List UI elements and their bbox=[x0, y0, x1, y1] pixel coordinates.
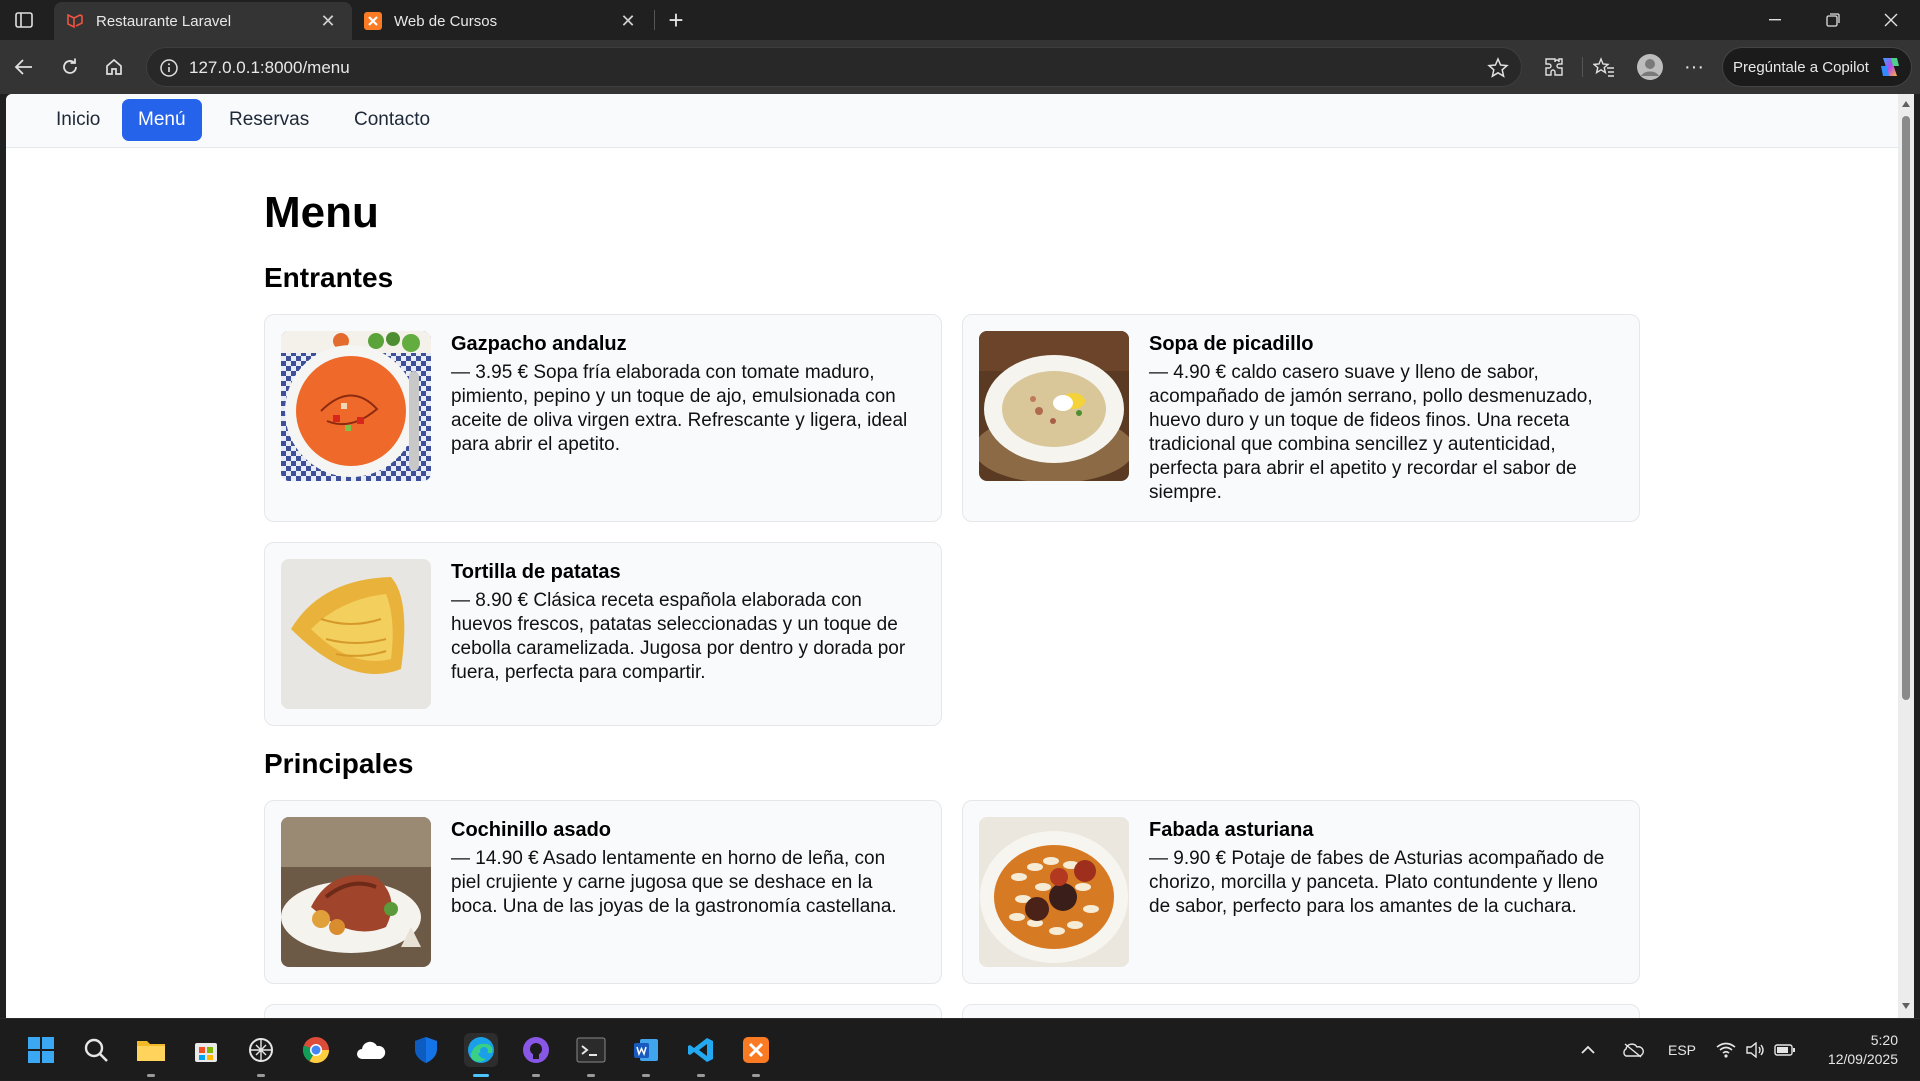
scroll-up-icon[interactable] bbox=[1901, 100, 1911, 108]
clock-date: 12/09/2025 bbox=[1827, 1051, 1898, 1067]
start-icon[interactable] bbox=[24, 1033, 58, 1067]
wifi-icon[interactable] bbox=[1716, 1019, 1736, 1081]
profile-avatar-icon[interactable] bbox=[1634, 51, 1666, 83]
menu-item-name: Cochinillo asado bbox=[451, 819, 612, 841]
menu-item-card: Fabada asturiana — 9.90 € Potaje de fabe… bbox=[962, 800, 1640, 984]
system-clock[interactable]: 5:20 12/09/2025 bbox=[1828, 1031, 1898, 1069]
site-info-icon[interactable] bbox=[159, 58, 179, 83]
edge-icon[interactable] bbox=[464, 1033, 498, 1077]
nav-link-contacto[interactable]: Contacto bbox=[338, 99, 446, 141]
menu-item-description: — 8.90 € Clásica receta española elabora… bbox=[451, 590, 906, 683]
minimize-icon[interactable] bbox=[1746, 0, 1804, 40]
url-text: 127.0.0.1:8000/menu bbox=[189, 58, 350, 77]
file-explorer-icon[interactable] bbox=[134, 1033, 168, 1077]
home-icon[interactable] bbox=[98, 51, 130, 83]
nav-link-inicio[interactable]: Inicio bbox=[40, 99, 116, 141]
copilot-label: Pregúntale a Copilot bbox=[1733, 58, 1869, 76]
page-scrollbar[interactable] bbox=[1898, 94, 1914, 1018]
favorites-icon[interactable] bbox=[1588, 51, 1620, 83]
search-icon[interactable] bbox=[79, 1033, 113, 1067]
scrollbar-thumb[interactable] bbox=[1902, 116, 1910, 700]
chrome-icon[interactable] bbox=[299, 1033, 333, 1067]
show-hidden-icons-button[interactable] bbox=[1580, 1019, 1596, 1081]
favorite-star-icon[interactable] bbox=[1487, 57, 1509, 84]
tab-actions-icon[interactable] bbox=[6, 6, 42, 34]
restore-icon[interactable] bbox=[1804, 0, 1862, 40]
tab-title: Web de Cursos bbox=[394, 12, 498, 30]
store-icon[interactable] bbox=[189, 1033, 223, 1067]
toolbar-divider bbox=[1582, 57, 1583, 77]
battery-icon[interactable] bbox=[1774, 1019, 1796, 1081]
nav-link-menu[interactable]: Menú bbox=[122, 99, 202, 141]
cochinillo-photo bbox=[281, 817, 431, 967]
section-heading-principales: Principales bbox=[264, 748, 414, 779]
fabada-photo bbox=[979, 817, 1129, 967]
tab-title: Restaurante Laravel bbox=[96, 12, 232, 30]
browser-tab-strip: Restaurante Laravel ✕ Web de Cursos ✕ + bbox=[0, 0, 1920, 40]
xampp-favicon-icon bbox=[364, 12, 382, 30]
close-tab-icon[interactable]: ✕ bbox=[318, 11, 338, 32]
tortilla-photo bbox=[281, 559, 431, 709]
new-tab-button[interactable]: + bbox=[658, 5, 694, 35]
reload-icon[interactable] bbox=[54, 51, 86, 83]
nav-link-reservas[interactable]: Reservas bbox=[213, 99, 325, 141]
page-viewport: Inicio Menú Reservas Contacto Menu Entra… bbox=[6, 94, 1898, 1018]
chatgpt-icon[interactable] bbox=[244, 1033, 278, 1077]
github-icon[interactable] bbox=[519, 1033, 553, 1077]
vscode-icon[interactable] bbox=[684, 1033, 718, 1077]
defender-icon[interactable] bbox=[409, 1033, 443, 1067]
menu-item-name: Fabada asturiana bbox=[1149, 819, 1314, 841]
input-language[interactable]: ESP bbox=[1668, 1019, 1696, 1081]
site-navbar: Inicio Menú Reservas Contacto bbox=[6, 94, 1898, 148]
menu-item-description: — 9.90 € Potaje de fabes de Asturias aco… bbox=[1149, 848, 1605, 917]
menu-item-description: — 3.95 € Sopa fría elaborada con tomate … bbox=[451, 362, 908, 455]
menu-item-description: — 4.90 € caldo casero suave y lleno de s… bbox=[1149, 362, 1593, 503]
menu-item-card: Gazpacho andaluz — 3.95 € Sopa fría elab… bbox=[264, 314, 942, 522]
copilot-button[interactable]: Pregúntale a Copilot bbox=[1722, 47, 1912, 87]
menu-item-card: Cochinillo asado — 14.90 € Asado lentame… bbox=[264, 800, 942, 984]
gazpacho-photo bbox=[281, 331, 431, 481]
close-tab-icon[interactable]: ✕ bbox=[618, 11, 638, 32]
menu-item-card: Sopa de picadillo — 4.90 € caldo casero … bbox=[962, 314, 1640, 522]
menu-item-name: Sopa de picadillo bbox=[1149, 333, 1314, 355]
sopa-picadillo-photo bbox=[979, 331, 1129, 481]
back-icon[interactable] bbox=[8, 51, 40, 83]
tab-web-de-cursos[interactable]: Web de Cursos ✕ bbox=[352, 2, 652, 40]
browser-toolbar: 127.0.0.1:8000/menu ··· Pregúntale a Cop… bbox=[0, 40, 1920, 94]
tab-divider bbox=[654, 10, 655, 30]
more-options-icon[interactable]: ··· bbox=[1678, 51, 1710, 83]
copilot-icon bbox=[1880, 58, 1899, 76]
windows-taskbar: ESP 5:20 12/09/2025 bbox=[0, 1018, 1920, 1080]
menu-item-card: Tortilla de patatas — 8.90 € Clásica rec… bbox=[264, 542, 942, 726]
menu-item-name: Gazpacho andaluz bbox=[451, 333, 627, 355]
menu-item-description: — 14.90 € Asado lentamente en horno de l… bbox=[451, 848, 897, 917]
word-icon[interactable] bbox=[629, 1033, 663, 1077]
onedrive-offline-icon[interactable] bbox=[1622, 1019, 1644, 1081]
extensions-icon[interactable] bbox=[1538, 51, 1570, 83]
menu-item-name: Tortilla de patatas bbox=[451, 561, 621, 583]
menu-item-card bbox=[962, 1004, 1640, 1018]
section-heading-entrantes: Entrantes bbox=[264, 262, 394, 293]
close-window-icon[interactable] bbox=[1862, 0, 1920, 40]
xampp-icon[interactable] bbox=[739, 1033, 773, 1077]
onedrive-icon[interactable] bbox=[354, 1033, 388, 1067]
address-bar[interactable]: 127.0.0.1:8000/menu bbox=[146, 47, 1522, 87]
page-title: Menu bbox=[264, 188, 379, 237]
tab-restaurante-laravel[interactable]: Restaurante Laravel ✕ bbox=[54, 2, 352, 40]
menu-item-card bbox=[264, 1004, 942, 1018]
scroll-down-icon[interactable] bbox=[1901, 1002, 1911, 1010]
clock-time: 5:20 bbox=[1870, 1032, 1898, 1048]
volume-icon[interactable] bbox=[1746, 1019, 1766, 1081]
laravel-favicon-icon bbox=[66, 12, 84, 30]
terminal-icon[interactable] bbox=[574, 1033, 608, 1077]
